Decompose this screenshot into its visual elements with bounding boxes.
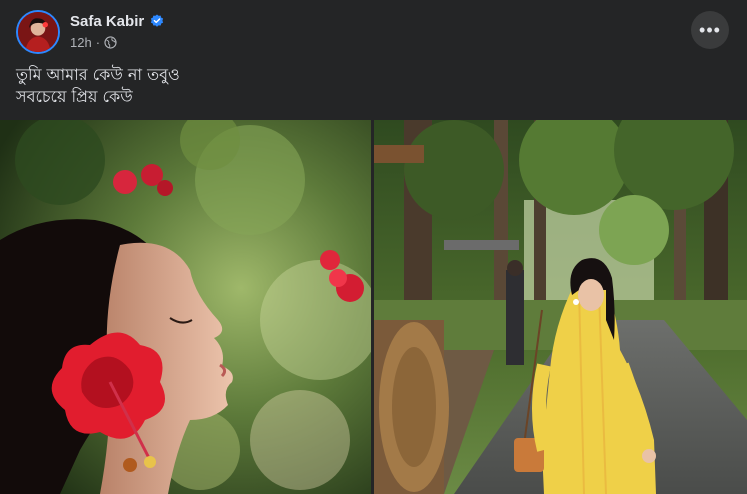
author-name[interactable]: Safa Kabir: [70, 13, 144, 30]
globe-icon[interactable]: [104, 35, 117, 49]
caption-line-1: তুমি আমার কেউ না তবুও: [16, 65, 180, 84]
photo-yellow-kurta-path[interactable]: [374, 120, 747, 494]
photo-grid: [0, 120, 747, 494]
avatar-image: [18, 12, 58, 52]
facebook-post: Safa Kabir 12h · ••• তুমি আমার কেউ না তব…: [0, 0, 747, 494]
more-options-icon: •••: [699, 19, 721, 40]
more-options-button[interactable]: •••: [691, 11, 729, 49]
post-timestamp[interactable]: 12h: [70, 35, 92, 50]
verified-badge-icon: [150, 14, 164, 28]
photo-portrait-hibiscus[interactable]: [0, 120, 371, 494]
post-header: Safa Kabir 12h · •••: [0, 0, 747, 60]
post-caption: তুমি আমার কেউ না তবুও সবচেয়ে প্রিয় কেউ: [16, 64, 716, 108]
meta-separator: ·: [95, 34, 101, 50]
author-avatar[interactable]: [16, 10, 60, 54]
caption-line-2: সবচেয়ে প্রিয় কেউ: [16, 87, 133, 106]
